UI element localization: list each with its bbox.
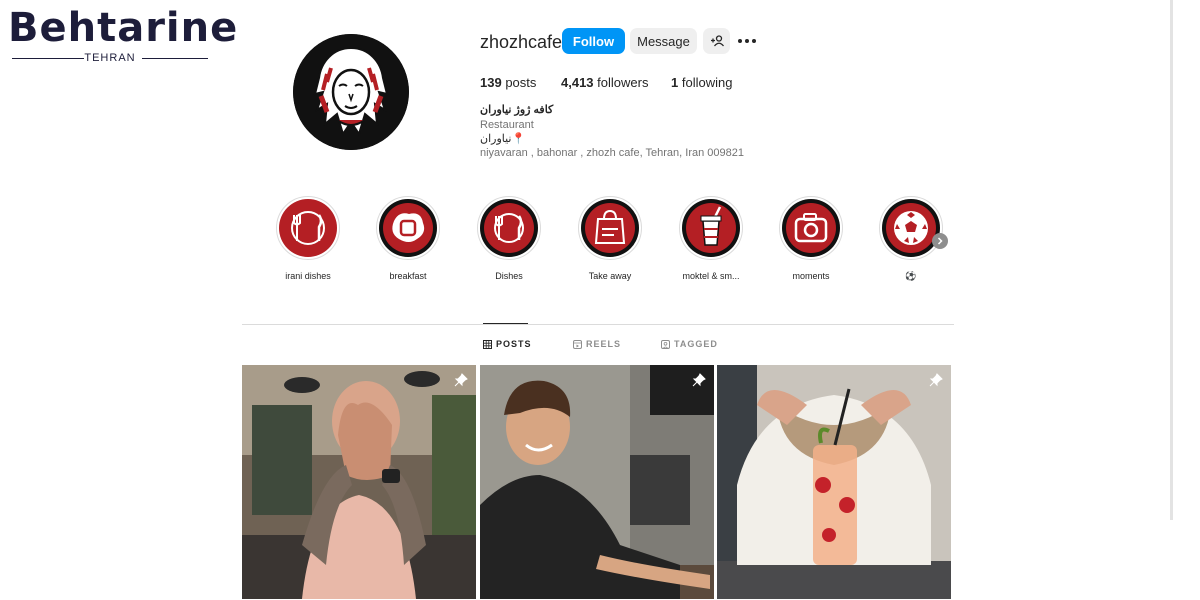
strawberry-drink-photo <box>717 365 951 599</box>
highlight-label: moments <box>792 271 830 281</box>
highlight-breakfast[interactable]: breakfast <box>368 196 448 282</box>
pin-icon <box>929 373 943 387</box>
tab-label: POSTS <box>496 339 532 349</box>
tab-tagged[interactable]: TAGGED <box>661 339 718 349</box>
posts-count: 139 posts <box>480 75 536 91</box>
highlight-label: ⚽ <box>905 271 917 281</box>
bio-address: niyavaran , bahonar , zhozh cafe, Tehran… <box>480 147 744 159</box>
camera-icon <box>782 199 840 257</box>
highlight-ring <box>779 196 843 260</box>
profile-username: zhozhcafe <box>480 32 563 52</box>
dot-icon <box>738 39 742 43</box>
followers-count-value: 4,413 <box>561 75 594 90</box>
highlight-moktel[interactable]: moktel & sm... <box>671 196 751 282</box>
pin-icon <box>454 373 468 387</box>
plate-cutlery-icon <box>279 199 337 257</box>
highlight-label: Dishes <box>495 271 523 281</box>
highlight-ring <box>276 196 340 260</box>
tab-label: REELS <box>586 339 622 349</box>
following-count-value: 1 <box>671 75 679 90</box>
highlight-label: irani dishes <box>285 271 331 281</box>
post-thumbnail[interactable] <box>480 365 714 599</box>
highlight-ring <box>376 196 440 260</box>
watermark-brand: Behtarine <box>8 5 239 51</box>
followers-count-label: followers <box>597 75 649 90</box>
posts-count-value: 139 <box>480 75 502 90</box>
bio-category: Restaurant <box>480 119 534 131</box>
zhozh-lion-logo-icon <box>293 34 409 150</box>
profile-avatar[interactable] <box>293 34 409 150</box>
takeaway-bag-icon <box>581 199 639 257</box>
behtarine-watermark-logo: Behtarine TEHRAN <box>8 6 237 64</box>
highlight-label: breakfast <box>389 271 427 281</box>
grid-icon <box>483 339 492 349</box>
page-scrollbar[interactable] <box>1170 0 1173 520</box>
watermark-subline: TEHRAN <box>8 52 212 64</box>
tabs-divider <box>242 324 954 325</box>
highlight-moments[interactable]: moments <box>771 196 851 282</box>
pin-icon <box>692 373 706 387</box>
highlight-dishes[interactable]: Dishes <box>469 196 549 282</box>
plate-cutlery-icon <box>480 199 538 257</box>
reels-icon <box>573 339 582 349</box>
message-button[interactable]: Message <box>630 28 697 54</box>
post-thumbnail[interactable] <box>717 365 951 599</box>
add-person-icon <box>710 35 724 47</box>
post-thumbnail[interactable] <box>242 365 476 599</box>
tagged-icon <box>661 339 670 349</box>
soccer-ball-icon <box>882 199 940 257</box>
highlight-irani-dishes[interactable]: irani dishes <box>268 196 348 282</box>
bio-name: کافه ژوژ نیاوران <box>480 104 554 116</box>
tab-label: TAGGED <box>674 339 718 349</box>
highlight-ring <box>477 196 541 260</box>
suggest-users-button[interactable] <box>703 28 730 54</box>
active-tab-indicator <box>483 323 528 324</box>
highlight-take-away[interactable]: Take away <box>570 196 650 282</box>
watermark-city: TEHRAN <box>84 52 136 64</box>
tab-posts[interactable]: POSTS <box>483 339 532 349</box>
chevron-right-icon <box>937 237 943 245</box>
dot-icon <box>745 39 749 43</box>
drink-cup-icon <box>682 199 740 257</box>
bio-location-line: 📍نیاوران <box>480 133 526 145</box>
followers-link[interactable]: 4,413 followers <box>561 75 648 91</box>
posts-count-label: posts <box>505 75 537 90</box>
fried-egg-icon <box>379 199 437 257</box>
follow-button[interactable]: Follow <box>562 28 625 54</box>
highlights-next-button[interactable] <box>932 233 948 249</box>
highlight-ring <box>578 196 642 260</box>
highlight-ring <box>879 196 943 260</box>
tab-reels[interactable]: REELS <box>573 339 621 349</box>
more-options-button[interactable] <box>738 33 758 49</box>
highlight-label: Take away <box>588 271 632 281</box>
highlight-label: moktel & sm... <box>682 271 740 281</box>
following-count-label: following <box>681 75 733 90</box>
barista-boy-photo <box>480 365 714 599</box>
highlight-ring <box>679 196 743 260</box>
dot-icon <box>752 39 756 43</box>
following-link[interactable]: 1 following <box>671 75 732 91</box>
man-covering-face-photo <box>242 365 476 599</box>
